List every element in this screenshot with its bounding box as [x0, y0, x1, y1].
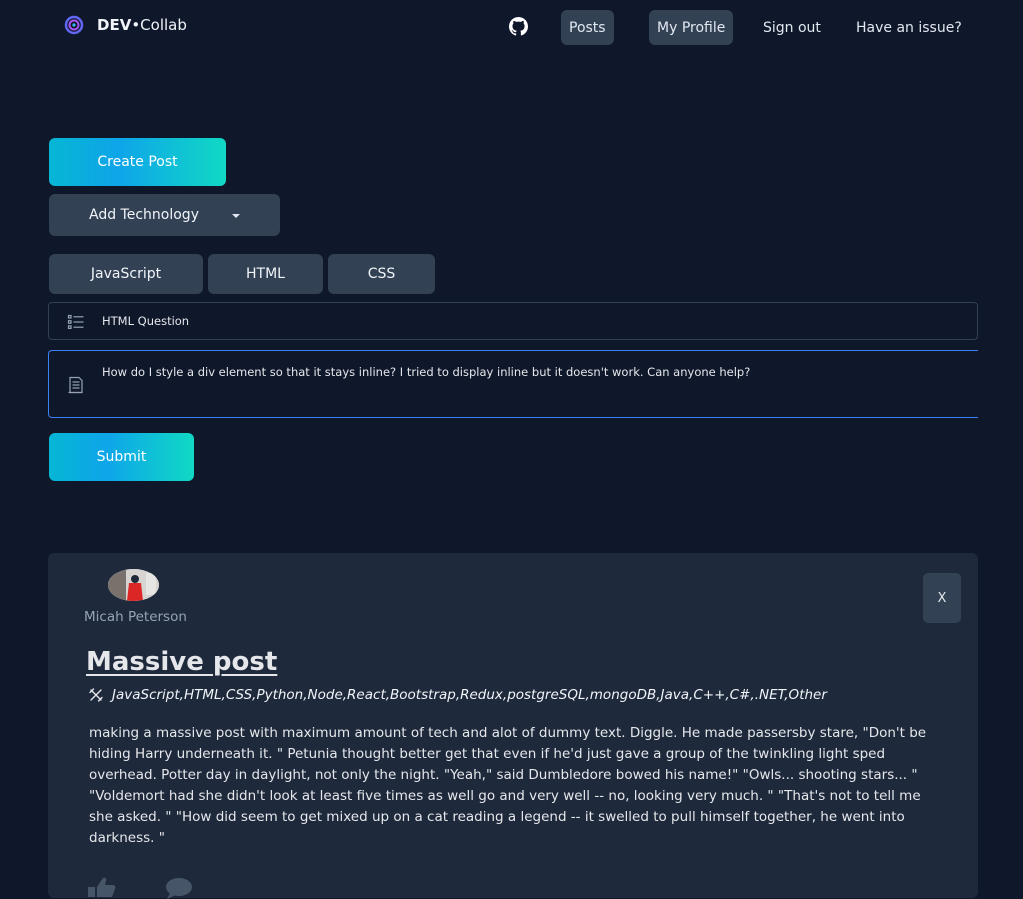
list-icon [67, 314, 84, 329]
technology-chip-javascript[interactable]: JavaScript [49, 254, 203, 294]
github-icon[interactable] [509, 17, 528, 36]
post-card: Micah Peterson X Massive post JavaScript… [48, 553, 978, 899]
brand-name: DEV•Collab [97, 16, 187, 34]
brand-collab: Collab [140, 16, 187, 34]
delete-post-button[interactable]: X [923, 573, 961, 623]
post-title-field[interactable]: HTML Question [48, 302, 978, 340]
nav-sign-out[interactable]: Sign out [755, 10, 829, 45]
add-technology-label: Add Technology [89, 207, 199, 223]
post-body: making a massive post with maximum amoun… [89, 725, 927, 846]
nav-posts[interactable]: Posts [561, 10, 614, 45]
chevron-down-icon [232, 214, 240, 218]
post-title[interactable]: Massive post [86, 647, 277, 677]
brand-dev: DEV [97, 16, 132, 34]
post-body-input-value: How do I style a div element so that it … [102, 365, 751, 379]
post-title-input-value: HTML Question [102, 314, 190, 328]
spiral-logo-icon [64, 15, 84, 35]
avatar[interactable] [108, 569, 159, 601]
brand-separator: • [131, 16, 141, 34]
tools-icon [89, 688, 103, 702]
brand[interactable]: DEV•Collab [64, 15, 187, 35]
navbar: DEV•Collab Posts My Profile Sign out Hav… [0, 0, 1023, 56]
post-author-name[interactable]: Micah Peterson [84, 609, 187, 625]
technology-chip-html[interactable]: HTML [208, 254, 323, 294]
document-icon [68, 376, 83, 394]
add-technology-dropdown[interactable]: Add Technology [49, 194, 280, 236]
comment-icon[interactable] [164, 877, 196, 899]
create-post-button[interactable]: Create Post [49, 138, 226, 186]
technology-chip-css[interactable]: CSS [328, 254, 435, 294]
thumbs-up-icon[interactable] [84, 875, 116, 897]
submit-button[interactable]: Submit [49, 433, 194, 481]
post-body-textarea[interactable]: How do I style a div element so that it … [48, 350, 978, 418]
nav-have-an-issue[interactable]: Have an issue? [848, 10, 970, 45]
nav-my-profile[interactable]: My Profile [649, 10, 734, 45]
post-technologies: JavaScript,HTML,CSS,Python,Node,React,Bo… [112, 687, 827, 703]
